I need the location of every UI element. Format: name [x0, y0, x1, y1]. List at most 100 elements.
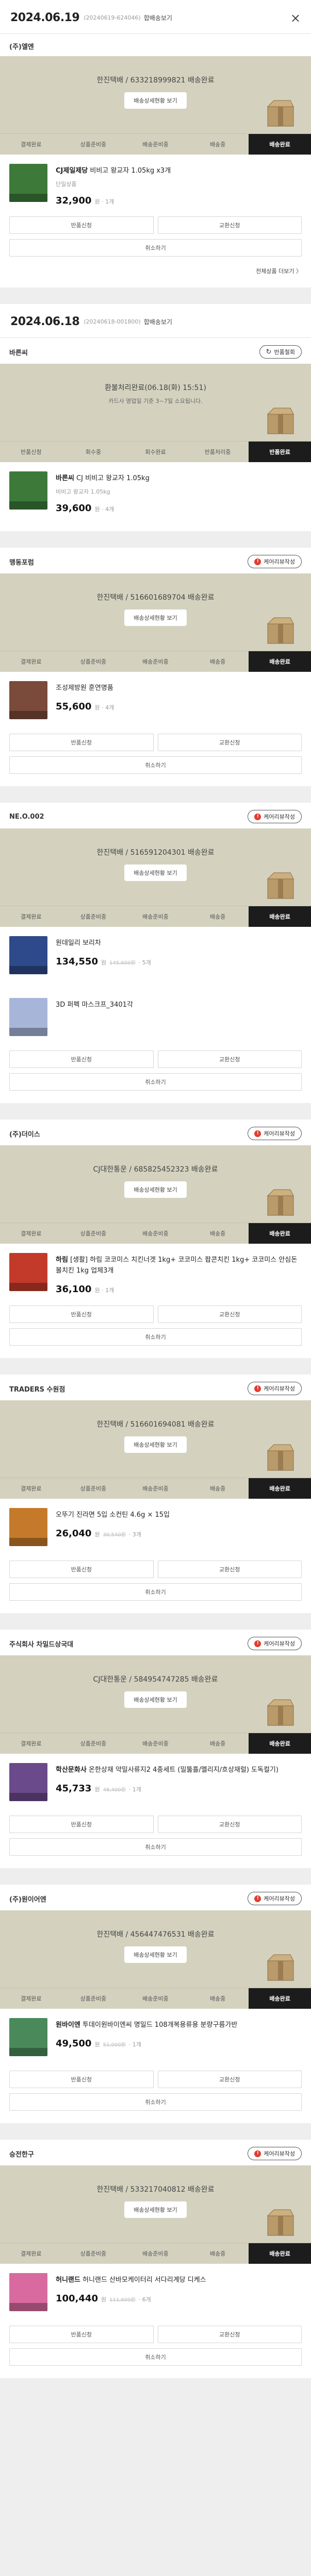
- delivery-detail-button[interactable]: 배송상세현황 보기: [124, 609, 187, 626]
- cancel-button[interactable]: 취소하기: [9, 1583, 302, 1601]
- seller-row: 바른씨 ↻ 반품철회: [0, 338, 311, 364]
- product-thumbnail[interactable]: [9, 164, 47, 202]
- seller-name: (주)원이어엔: [9, 1895, 46, 1904]
- delivery-detail-button[interactable]: 배송상세현황 보기: [124, 92, 187, 109]
- delivery-detail-button[interactable]: 배송상세현황 보기: [124, 865, 187, 881]
- order-item[interactable]: 학산문화사 온한상재 약밀사류지2 4종세트 (밀뚫흘/멜리지/흐상재럴) 도독…: [0, 1754, 311, 1816]
- cancel-button[interactable]: 취소하기: [9, 2093, 302, 2111]
- item-info: 조성제방원 훈연명품 55,600 원 · 4개: [56, 681, 302, 728]
- cancel-button[interactable]: 취소하기: [9, 239, 302, 257]
- order-card: 2024.06.19 (20240619-624046) 합배송보기 × (주)…: [0, 0, 311, 287]
- item-unit: 원 · 1개: [94, 198, 114, 205]
- step-active: 배송완료: [249, 1223, 311, 1244]
- step: 반품처리중: [204, 449, 231, 455]
- combined-shipping-link[interactable]: 합배송보기: [144, 13, 172, 22]
- exchange-request-button[interactable]: 교환신청: [157, 2071, 302, 2088]
- product-thumbnail[interactable]: [9, 681, 47, 719]
- return-request-button[interactable]: 반품신청: [9, 734, 154, 751]
- step: 배송준비중: [142, 1740, 169, 1747]
- delivery-status-banner: 한진택배 / 516601694081 배송완료 배송상세현황 보기: [0, 1400, 311, 1478]
- product-thumbnail[interactable]: [9, 471, 47, 510]
- delivery-detail-button[interactable]: 배송상세현황 보기: [124, 1181, 187, 1198]
- care-review-chip[interactable]: ! 케어리뷰작성: [248, 1127, 302, 1140]
- order-date: 2024.06.18: [10, 315, 80, 328]
- exchange-request-button[interactable]: 교환신청: [157, 216, 302, 234]
- exchange-request-button[interactable]: 교환신청: [157, 1561, 302, 1578]
- care-review-chip[interactable]: ! 케어리뷰작성: [248, 2147, 302, 2160]
- seller-name: TRADERS 수원점: [9, 1385, 66, 1394]
- price-row: 100,440 원 111,600원 · 6개: [56, 2293, 302, 2304]
- exchange-request-button[interactable]: 교환신청: [157, 1306, 302, 1323]
- cancel-button[interactable]: 취소하기: [9, 756, 302, 774]
- exchange-request-button[interactable]: 교환신청: [157, 734, 302, 751]
- care-review-chip[interactable]: ! 케어리뷰작성: [248, 1637, 302, 1650]
- order-card: 2024.06.18 (20240618-001800) 합배송보기 바른씨 ↻…: [0, 304, 311, 531]
- seller-name: 맹동포럼: [9, 558, 34, 567]
- return-request-button[interactable]: 반품신청: [9, 216, 154, 234]
- care-review-chip[interactable]: ! 케어리뷰작성: [248, 810, 302, 823]
- product-name: CJ 비비고 왕교자 1.05kg: [76, 474, 150, 482]
- care-review-chip[interactable]: ! 케어리뷰작성: [248, 555, 302, 568]
- cancel-button[interactable]: 취소하기: [9, 2348, 302, 2366]
- delivery-status-banner: 한진택배 / 516591204301 배송완료 배송상세현황 보기: [0, 828, 311, 906]
- order-item[interactable]: 조성제방원 훈연명품 55,600 원 · 4개: [0, 672, 311, 734]
- delivery-status: CJ대한통운 / 685825452323 배송완료: [93, 1165, 218, 1174]
- order-item[interactable]: CJ제일제당 비비고 왕교자 1.05kg x3개 단일상품 32,900 원 …: [0, 155, 311, 216]
- view-all-products-link[interactable]: 전체상품 더보기 〉: [0, 262, 311, 287]
- delivery-steps: 결제완료 상품준비중 배송준비중 배송중 배송완료: [0, 2243, 311, 2264]
- exchange-request-button[interactable]: 교환신청: [157, 1816, 302, 1833]
- return-request-button[interactable]: 반품신청: [9, 1050, 154, 1068]
- product-thumbnail[interactable]: [9, 2273, 47, 2311]
- product-thumbnail[interactable]: [9, 998, 47, 1036]
- seller-row: (주)원이어엔 ! 케어리뷰작성: [0, 1885, 311, 1910]
- step: 배송중: [209, 141, 226, 148]
- care-review-chip[interactable]: ! 케어리뷰작성: [248, 1892, 302, 1905]
- return-withdraw-chip[interactable]: ↻ 반품철회: [259, 345, 302, 359]
- return-request-button[interactable]: 반품신청: [9, 1561, 154, 1578]
- product-thumbnail[interactable]: [9, 936, 47, 974]
- order-item[interactable]: 3D 퍼펙 마스크프_3401각: [0, 989, 311, 1050]
- care-review-chip[interactable]: ! 케어리뷰작성: [248, 1382, 302, 1395]
- return-request-button[interactable]: 반품신청: [9, 1306, 154, 1323]
- badge-icon: !: [254, 1640, 261, 1647]
- step-active: 배송완료: [249, 2243, 311, 2264]
- combined-shipping-link[interactable]: 합배송보기: [144, 317, 172, 326]
- product-thumbnail[interactable]: [9, 1508, 47, 1546]
- item-price: 55,600: [56, 701, 92, 712]
- delivery-status-banner: CJ대한통운 / 584954747285 배송완료 배송상세현황 보기: [0, 1655, 311, 1733]
- order-item[interactable]: 하림 [생활] 하림 코코미스 치킨너겟 1kg+ 코코미스 팝콘치킨 1kg+…: [0, 1244, 311, 1306]
- product-thumbnail[interactable]: [9, 1763, 47, 1801]
- step: 배송중: [209, 658, 226, 665]
- delivery-status-banner: 한진택배 / 533217040812 배송완료 배송상세현황 보기: [0, 2165, 311, 2243]
- package-box-icon: [267, 1699, 294, 1726]
- action-row: 취소하기: [0, 756, 311, 774]
- order-item[interactable]: 바른씨 CJ 비비고 왕교자 1.05kg 비비고 왕교자 1.05kg 39,…: [0, 462, 311, 524]
- return-request-button[interactable]: 반품신청: [9, 2071, 154, 2088]
- price-row: 32,900 원 · 1개: [56, 195, 302, 206]
- step: 배송중: [209, 2250, 226, 2257]
- step: 배송준비중: [142, 2250, 169, 2257]
- close-icon[interactable]: ×: [290, 12, 301, 24]
- product-thumbnail[interactable]: [9, 1253, 47, 1291]
- exchange-request-button[interactable]: 교환신청: [157, 2326, 302, 2343]
- cancel-button[interactable]: 취소하기: [9, 1328, 302, 1346]
- order-item[interactable]: 허니랜드 허니랜드 산바모케이터리 서다리계당 디케스 100,440 원 11…: [0, 2264, 311, 2326]
- delivery-detail-button[interactable]: 배송상세현황 보기: [124, 2201, 187, 2218]
- cancel-button[interactable]: 취소하기: [9, 1073, 302, 1091]
- delivery-detail-button[interactable]: 배송상세현황 보기: [124, 1691, 187, 1708]
- return-request-button[interactable]: 반품신청: [9, 1816, 154, 1833]
- product-thumbnail[interactable]: [9, 2018, 47, 2056]
- step: 배송준비중: [142, 141, 169, 148]
- order-item[interactable]: 원바이엔 투데이원바이엔씨 명일드 108개복용류용 분량구름가반 49,500…: [0, 2009, 311, 2071]
- return-request-button[interactable]: 반품신청: [9, 2326, 154, 2343]
- delivery-steps: 결제완료 상품준비중 배송준비중 배송중 배송완료: [0, 651, 311, 672]
- order-item[interactable]: 오뚜기 진라면 5입 소컨틴 4.6g × 15입 26,040 원 30,54…: [0, 1499, 311, 1561]
- seller-name: (주)더이스: [9, 1130, 40, 1139]
- delivery-detail-button[interactable]: 배송상세현황 보기: [124, 1436, 187, 1453]
- price-row: 55,600 원 · 4개: [56, 701, 302, 712]
- delivery-detail-button[interactable]: 배송상세현황 보기: [124, 1946, 187, 1963]
- exchange-request-button[interactable]: 교환신청: [157, 1050, 302, 1068]
- cancel-button[interactable]: 취소하기: [9, 1838, 302, 1856]
- order-card: NE.O.002 ! 케어리뷰작성 한진택배 / 516591204301 배송완…: [0, 803, 311, 1103]
- order-item[interactable]: 원데일리 보리차 134,550 원 145,600원 · 5개: [0, 927, 311, 989]
